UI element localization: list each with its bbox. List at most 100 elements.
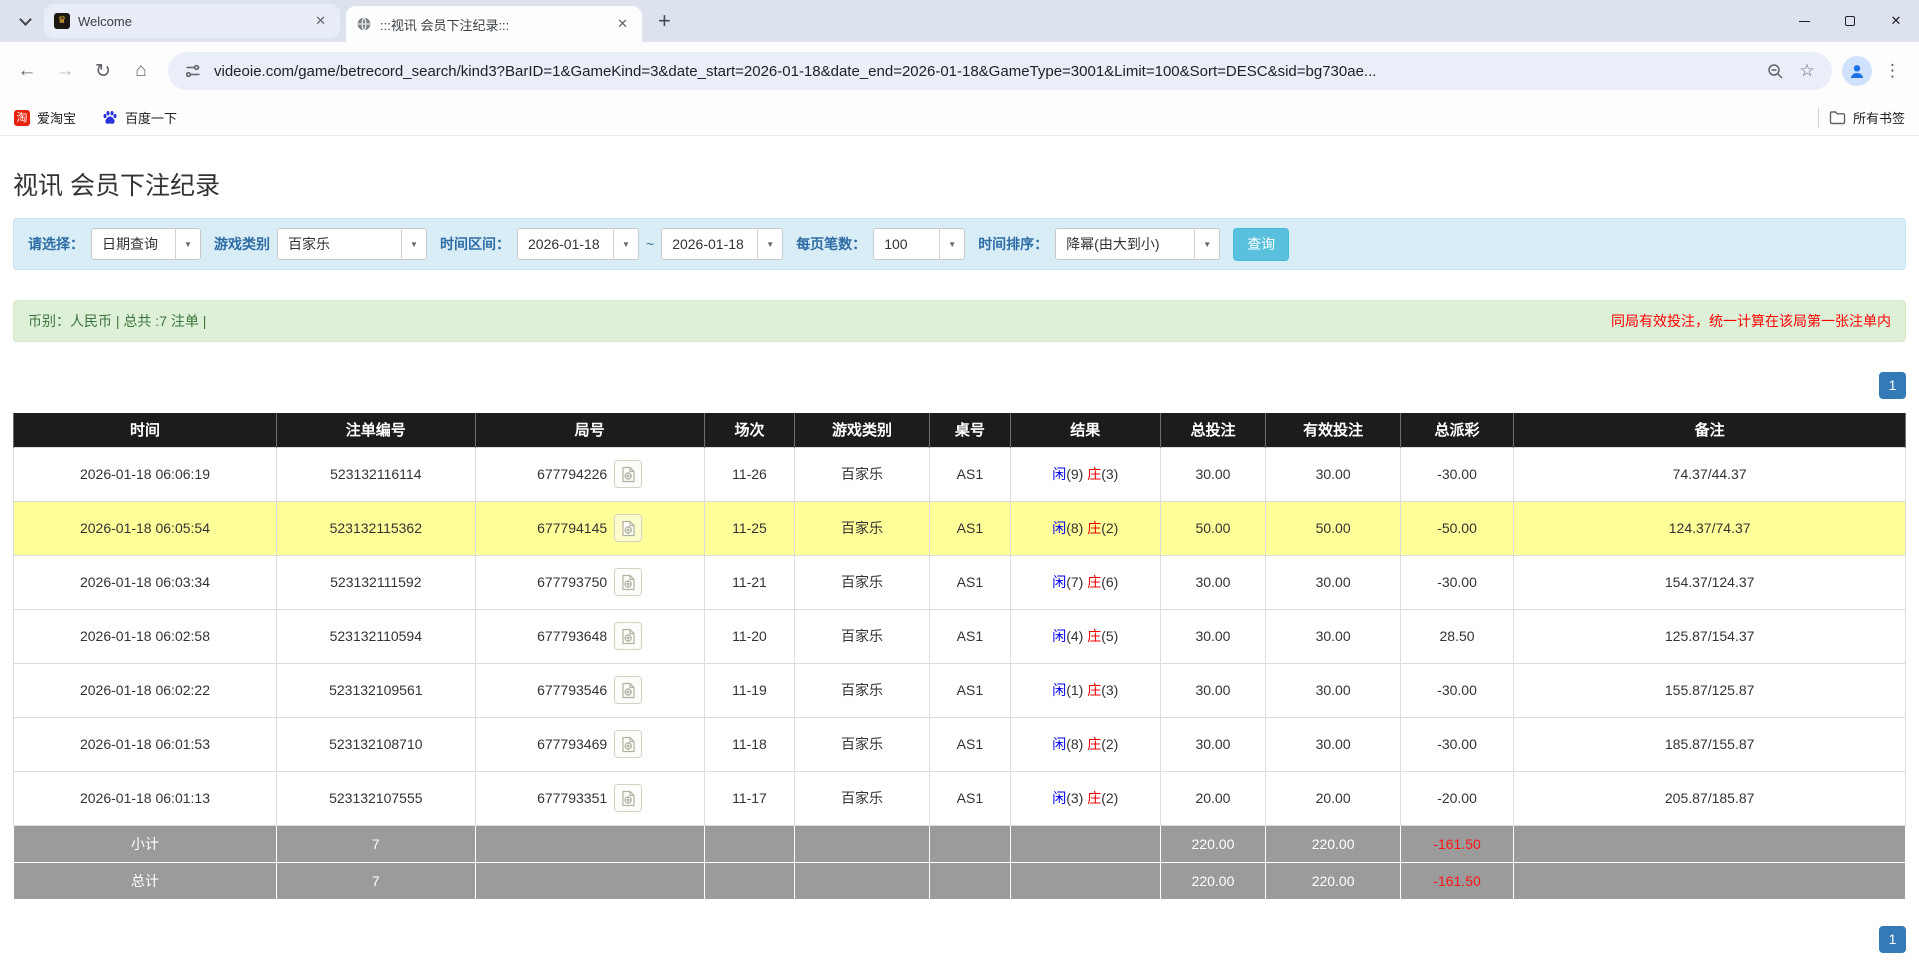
- tab-title: :::视讯 会员下注纪录:::: [380, 15, 613, 34]
- maximize-button[interactable]: [1827, 0, 1873, 42]
- table-row: 2026-01-18 06:05:54523132115362677794145…: [14, 501, 1906, 555]
- home-button[interactable]: ⌂: [124, 54, 158, 88]
- cell-payout: -30.00: [1400, 555, 1514, 609]
- tab-welcome[interactable]: ♛ Welcome ✕: [44, 4, 340, 38]
- cell-bet-id: 523132116114: [276, 447, 475, 501]
- new-tab-button[interactable]: +: [648, 8, 681, 34]
- all-bookmarks-button[interactable]: 所有书签: [1829, 108, 1905, 127]
- cell-session: 11-20: [704, 609, 795, 663]
- cell-table-no: AS1: [929, 771, 1010, 825]
- close-window-button[interactable]: ✕: [1873, 0, 1919, 42]
- video-replay-button[interactable]: [614, 460, 642, 488]
- total-label: 总计: [14, 862, 277, 899]
- cell-note: 74.37/44.37: [1514, 447, 1906, 501]
- cell-time: 2026-01-18 06:01:53: [14, 717, 277, 771]
- video-replay-button[interactable]: [614, 730, 642, 758]
- pagination-page-1[interactable]: 1: [1879, 372, 1906, 399]
- video-replay-button[interactable]: [614, 514, 642, 542]
- cell-valid-bet: 30.00: [1266, 447, 1400, 501]
- bookmark-star-icon[interactable]: ☆: [1796, 60, 1818, 82]
- date-end-select[interactable]: 2026-01-18 ▼: [661, 228, 783, 260]
- zoom-out-icon[interactable]: [1764, 60, 1786, 82]
- cell-note: 205.87/185.87: [1514, 771, 1906, 825]
- cell-round: 677793469: [475, 717, 704, 771]
- subtotal-total-bet: 220.00: [1160, 825, 1266, 862]
- video-replay-button[interactable]: [614, 676, 642, 704]
- page-size-select[interactable]: 100 ▼: [873, 228, 965, 260]
- tab-close-icon[interactable]: ✕: [311, 11, 330, 31]
- minimize-button[interactable]: [1781, 0, 1827, 42]
- reload-button[interactable]: ↻: [86, 54, 120, 88]
- cell-round: 677793750: [475, 555, 704, 609]
- video-replay-button[interactable]: [614, 568, 642, 596]
- bookmark-baidu[interactable]: 百度一下: [102, 108, 177, 127]
- table-row: 2026-01-18 06:06:19523132116114677794226…: [14, 447, 1906, 501]
- cell-time: 2026-01-18 06:01:13: [14, 771, 277, 825]
- cell-result: 闲(3) 庄(2): [1011, 771, 1160, 825]
- game-type-label: 游戏类别: [214, 234, 270, 254]
- sort-value: 降幂(由大到小): [1056, 229, 1194, 259]
- cell-bet-id: 523132111592: [276, 555, 475, 609]
- result-banker: 庄: [1087, 682, 1101, 698]
- date-end-value: 2026-01-18: [662, 229, 757, 259]
- forward-button[interactable]: →: [48, 54, 82, 88]
- round-id: 677793469: [537, 736, 607, 752]
- bookmarks-bar: 淘 爱淘宝 百度一下 所有书签: [0, 100, 1919, 136]
- cell-valid-bet: 20.00: [1266, 771, 1400, 825]
- cell-time: 2026-01-18 06:02:58: [14, 609, 277, 663]
- currency-total-text: 币别：人民币 | 总共 :7 注单 |: [28, 311, 206, 331]
- profile-avatar[interactable]: [1842, 56, 1872, 86]
- date-start-select[interactable]: 2026-01-18 ▼: [517, 228, 639, 260]
- result-player: 闲: [1052, 574, 1066, 590]
- chevron-down-icon: [19, 13, 32, 26]
- cell-session: 11-21: [704, 555, 795, 609]
- cell-round: 677793546: [475, 663, 704, 717]
- cell-round: 677793351: [475, 771, 704, 825]
- column-header: 游戏类别: [795, 413, 929, 447]
- tab-search-button[interactable]: [10, 6, 40, 36]
- welcome-favicon-icon: ♛: [54, 13, 70, 29]
- address-bar[interactable]: videoie.com/game/betrecord_search/kind3?…: [168, 52, 1832, 90]
- window-controls: ✕: [1781, 0, 1919, 42]
- table-row: 2026-01-18 06:01:53523132108710677793469…: [14, 717, 1906, 771]
- query-type-select[interactable]: 日期查询 ▼: [91, 228, 201, 260]
- back-button[interactable]: ←: [10, 54, 44, 88]
- chevron-down-icon: ▼: [401, 229, 426, 259]
- pagination-page-1[interactable]: 1: [1879, 926, 1906, 953]
- browser-tab-strip: ♛ Welcome ✕ :::视讯 会员下注纪录::: ✕ + ✕: [0, 0, 1919, 42]
- site-settings-icon[interactable]: [182, 60, 204, 82]
- bookmark-taobao[interactable]: 淘 爱淘宝: [14, 108, 76, 127]
- sort-select[interactable]: 降幂(由大到小) ▼: [1055, 228, 1220, 260]
- bookmark-label: 爱淘宝: [37, 108, 76, 127]
- tilde-separator: ~: [646, 236, 654, 252]
- search-button[interactable]: 查询: [1233, 228, 1289, 261]
- cell-payout: -50.00: [1400, 501, 1514, 555]
- cell-note: 125.87/154.37: [1514, 609, 1906, 663]
- round-id: 677793750: [537, 574, 607, 590]
- column-header: 结果: [1011, 413, 1160, 447]
- cell-table-no: AS1: [929, 555, 1010, 609]
- game-type-select[interactable]: 百家乐 ▼: [277, 228, 427, 260]
- cell-result: 闲(1) 庄(3): [1011, 663, 1160, 717]
- url-text[interactable]: videoie.com/game/betrecord_search/kind3?…: [214, 63, 1754, 80]
- column-header: 备注: [1514, 413, 1906, 447]
- cell-game-type: 百家乐: [795, 501, 929, 555]
- browser-menu-icon[interactable]: ⋮: [1876, 61, 1909, 81]
- tab-bet-record[interactable]: :::视讯 会员下注纪录::: ✕: [346, 6, 642, 42]
- video-replay-button[interactable]: [614, 784, 642, 812]
- browser-toolbar: ← → ↻ ⌂ videoie.com/game/betrecord_searc…: [0, 42, 1919, 100]
- column-header: 时间: [14, 413, 277, 447]
- cell-result: 闲(9) 庄(3): [1011, 447, 1160, 501]
- page-title: 视讯 会员下注纪录: [13, 166, 1906, 202]
- cell-game-type: 百家乐: [795, 771, 929, 825]
- video-replay-button[interactable]: [614, 622, 642, 650]
- table-header-row: 时间注单编号局号场次游戏类别桌号结果总投注有效投注总派彩备注: [14, 413, 1906, 447]
- chevron-down-icon: ▼: [175, 229, 200, 259]
- cell-bet-id: 523132115362: [276, 501, 475, 555]
- round-id: 677793351: [537, 790, 607, 806]
- cell-valid-bet: 30.00: [1266, 609, 1400, 663]
- tab-close-icon[interactable]: ✕: [613, 14, 632, 34]
- page-size-value: 100: [874, 229, 939, 259]
- result-banker: 庄: [1087, 520, 1101, 536]
- select-type-label: 请选择：: [28, 234, 84, 254]
